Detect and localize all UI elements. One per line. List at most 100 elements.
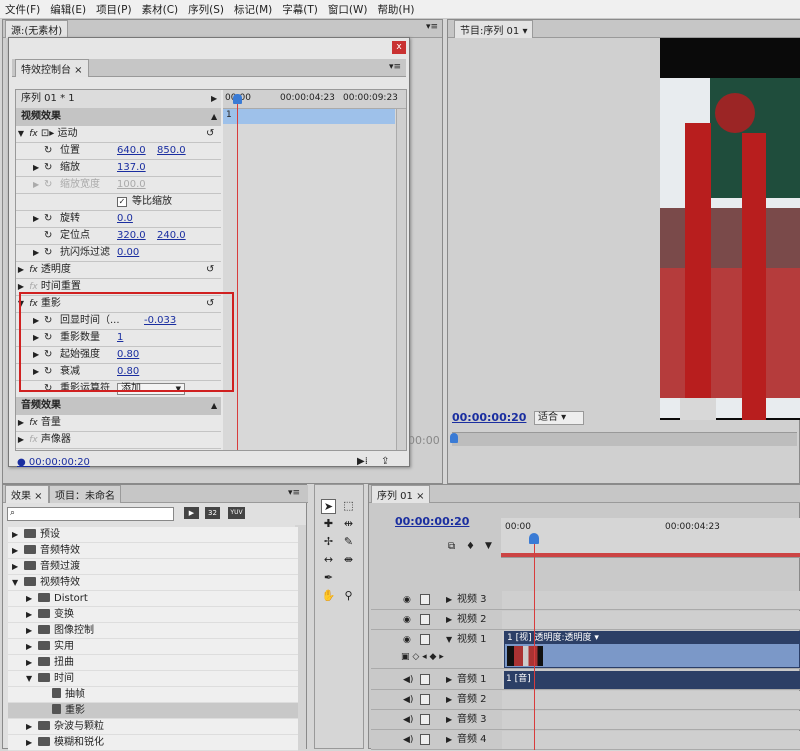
- timeline-track[interactable]: ◉ ▼ 视频 1 1 [视] 透明度:透明度 ▾ ▣ ◇ ◂ ◆ ▸: [371, 631, 800, 669]
- timeline-playhead-icon[interactable]: [529, 533, 539, 544]
- effects-tree-item[interactable]: ▼ 视频特效: [8, 575, 298, 591]
- track-content[interactable]: [502, 611, 800, 629]
- snap-icon[interactable]: ⧉: [448, 541, 455, 552]
- tab-program[interactable]: 节目:序列 01 ▾: [454, 20, 534, 38]
- ec-playhead-icon[interactable]: [233, 94, 242, 104]
- eye-icon[interactable]: ◉: [403, 591, 411, 609]
- expand-triangle-icon[interactable]: ▶: [12, 543, 24, 558]
- tab-source[interactable]: 源:(无素材): [5, 20, 69, 38]
- track-content[interactable]: [502, 691, 800, 709]
- panel-menu-icon[interactable]: ▾≡: [426, 22, 438, 32]
- fx-icon[interactable]: fx: [29, 262, 38, 278]
- position-y-value[interactable]: 850.0: [157, 143, 186, 159]
- speaker-icon[interactable]: ◀): [403, 731, 413, 749]
- effects-tree-item[interactable]: ▶ 音频过渡: [8, 559, 298, 575]
- effects-tree-item[interactable]: 重影: [8, 703, 298, 719]
- expand-triangle-icon[interactable]: ▶: [26, 607, 38, 622]
- track-content[interactable]: [502, 731, 800, 749]
- ec-scrollbar[interactable]: [396, 109, 406, 450]
- menu-title[interactable]: 字幕(T): [277, 2, 323, 17]
- video-effects-header[interactable]: 视频效果 ▲: [16, 109, 221, 126]
- menu-file[interactable]: 文件(F): [0, 2, 45, 17]
- lock-icon[interactable]: [420, 594, 430, 605]
- menu-window[interactable]: 窗口(W): [323, 2, 373, 17]
- antiflicker-value[interactable]: 0.00: [117, 245, 139, 261]
- effects-tree-item[interactable]: 抽帧: [8, 687, 298, 703]
- menu-sequence[interactable]: 序列(S): [183, 2, 229, 17]
- expand-triangle-icon[interactable]: ▶: [26, 655, 38, 670]
- effects-tree-item[interactable]: ▶ 扭曲: [8, 655, 298, 671]
- menu-edit[interactable]: 编辑(E): [45, 2, 91, 17]
- speaker-icon[interactable]: ◀): [403, 671, 413, 689]
- lock-icon[interactable]: [420, 614, 430, 625]
- lock-icon[interactable]: [420, 714, 430, 725]
- effect-volume[interactable]: ▶ fx 音量: [16, 415, 221, 432]
- scale-value[interactable]: 137.0: [117, 160, 146, 176]
- ec-ruler[interactable]: 00:00 00:00:04:23 00:00:09:23: [223, 90, 406, 109]
- track-content[interactable]: [502, 711, 800, 729]
- expand-triangle-icon[interactable]: ▶: [446, 731, 452, 749]
- effects-tree-item[interactable]: ▶ 预设: [8, 527, 298, 543]
- collapse-triangle-icon[interactable]: ▼: [446, 631, 452, 649]
- window-close-button[interactable]: x: [392, 41, 406, 54]
- reset-icon[interactable]: ↺: [206, 262, 214, 278]
- ripple-edit-tool-icon[interactable]: ✚: [321, 517, 336, 532]
- expand-arrow-icon[interactable]: ▶: [211, 90, 217, 108]
- menu-project[interactable]: 项目(P): [91, 2, 137, 17]
- speaker-icon[interactable]: ◀): [403, 691, 413, 709]
- selection-tool-icon[interactable]: ➤: [321, 499, 336, 514]
- expand-arrow-icon[interactable]: ▶: [33, 160, 39, 176]
- ec-clip-bar[interactable]: 1: [223, 109, 395, 124]
- slip-tool-icon[interactable]: ↔: [321, 553, 336, 568]
- effect-opacity[interactable]: ▶ fx 透明度 ↺: [16, 262, 221, 279]
- program-playhead-icon[interactable]: [450, 433, 458, 443]
- stopwatch-icon[interactable]: ↻: [44, 160, 52, 176]
- export-icon[interactable]: ⇪: [381, 456, 389, 467]
- expand-triangle-icon[interactable]: ▶: [16, 262, 26, 278]
- expand-arrow-icon[interactable]: ▶: [33, 245, 39, 261]
- menu-help[interactable]: 帮助(H): [372, 2, 419, 17]
- up-arrow-icon[interactable]: ▲: [211, 398, 217, 414]
- menu-marker[interactable]: 标记(M): [229, 2, 277, 17]
- expand-triangle-icon[interactable]: ▶: [26, 591, 38, 606]
- hand-tool-icon[interactable]: ✋: [321, 589, 336, 604]
- effects-tree-item[interactable]: ▶ 音频特效: [8, 543, 298, 559]
- accelerated-effects-icon[interactable]: ▶: [184, 507, 199, 519]
- expand-triangle-icon[interactable]: ▶: [16, 432, 26, 448]
- collapse-triangle-icon[interactable]: ▼: [12, 575, 24, 590]
- lock-icon[interactable]: [420, 674, 430, 685]
- expand-triangle-icon[interactable]: ▶: [12, 559, 24, 574]
- fx-icon[interactable]: fx: [29, 415, 38, 431]
- zoom-tool-icon[interactable]: ⚲: [341, 589, 356, 604]
- panel-menu-icon[interactable]: ▾≡: [389, 62, 401, 72]
- up-arrow-icon[interactable]: ▲: [211, 109, 217, 125]
- expand-arrow-icon[interactable]: ▶: [33, 211, 39, 227]
- sequence-row[interactable]: 序列 01 * 1 ▶: [16, 90, 221, 109]
- panel-menu-icon[interactable]: ▾≡: [288, 488, 300, 498]
- expand-triangle-icon[interactable]: ▶: [446, 591, 452, 609]
- zoom-select[interactable]: 适合 ▾: [534, 411, 584, 425]
- stopwatch-icon[interactable]: ↻: [44, 228, 52, 244]
- tab-effects[interactable]: 效果 ×: [5, 485, 49, 503]
- expand-triangle-icon[interactable]: ▶: [16, 415, 26, 431]
- effects-tree-item[interactable]: ▶ 变换: [8, 607, 298, 623]
- timeline-timecode[interactable]: 00:00:00:20: [395, 515, 469, 528]
- effects-tree-item[interactable]: ▶ 实用: [8, 639, 298, 655]
- lock-icon[interactable]: [420, 694, 430, 705]
- timeline-track[interactable]: ◉ ▶ 视频 2: [371, 611, 800, 630]
- reset-icon[interactable]: ↺: [206, 126, 214, 142]
- timeline-ruler[interactable]: 00:00 00:00:04:23: [501, 518, 800, 558]
- collapse-triangle-icon[interactable]: ▼: [16, 126, 26, 142]
- ec-footer-timecode[interactable]: ● 00:00:00:20: [17, 457, 90, 468]
- effects-search-input[interactable]: ⌕: [7, 507, 174, 521]
- expand-triangle-icon[interactable]: ▶: [26, 623, 38, 638]
- effects-tree-item[interactable]: ▶ Distort: [8, 591, 298, 607]
- lock-icon[interactable]: [420, 734, 430, 745]
- program-scrubber[interactable]: [452, 432, 797, 446]
- 32bit-effects-icon[interactable]: 32: [205, 507, 220, 519]
- timeline-track[interactable]: ◀) ▶ 音频 1 1 [音]: [371, 671, 800, 690]
- timeline-track[interactable]: ◀) ▶ 音频 3: [371, 711, 800, 730]
- uniform-scale-checkbox[interactable]: ✓: [117, 197, 127, 207]
- speaker-icon[interactable]: ◀): [403, 711, 413, 729]
- work-area-bar[interactable]: [501, 553, 800, 557]
